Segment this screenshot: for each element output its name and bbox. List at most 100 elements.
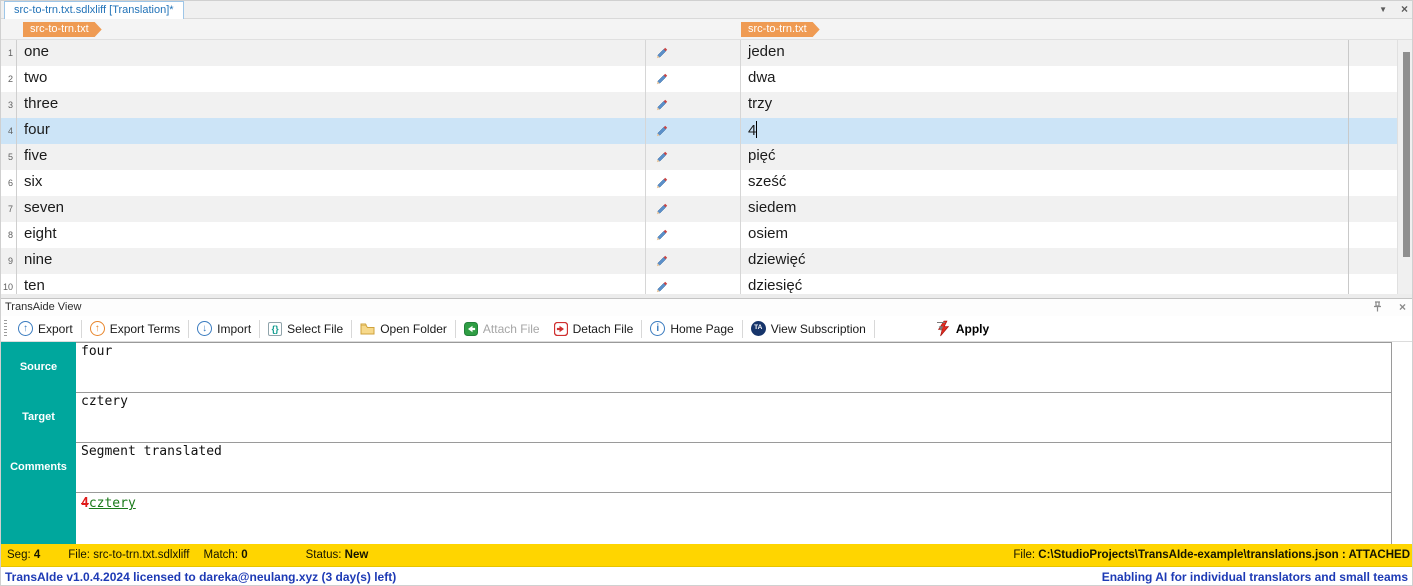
segment-number: 2	[1, 66, 17, 92]
editor-header: src-to-trn.txt src-to-trn.txt	[1, 19, 1412, 40]
folder-icon	[360, 323, 375, 335]
table-row[interactable]: 6 six sześć	[1, 170, 1397, 196]
status-cell	[646, 66, 741, 92]
target-cell[interactable]: siedem	[741, 196, 1349, 222]
match-status: Match: 0	[203, 549, 248, 561]
pencil-draft-icon	[656, 177, 668, 189]
pencil-draft-icon	[656, 151, 668, 163]
export-up-arrow-icon: ↑	[18, 321, 33, 336]
source-field[interactable]: four	[76, 343, 1391, 393]
target-cell[interactable]: dwa	[741, 66, 1349, 92]
target-cell[interactable]: dziewięć	[741, 248, 1349, 274]
target-text: dziewięć	[748, 251, 806, 268]
pin-icon[interactable]	[1372, 301, 1383, 313]
target-text: dziesięć	[748, 277, 803, 294]
pencil-draft-icon	[656, 99, 668, 111]
table-row-selected[interactable]: 4 four 4	[1, 118, 1397, 144]
target-text: pięć	[748, 147, 776, 164]
source-cell[interactable]: eight	[17, 222, 646, 248]
import-down-arrow-icon: ↓	[197, 321, 213, 336]
vertical-scrollbar[interactable]	[1397, 40, 1412, 294]
open-folder-button[interactable]: Open Folder	[353, 317, 454, 341]
table-row[interactable]: 9 nine dziewięć	[1, 248, 1397, 274]
target-text: siedem	[748, 199, 797, 216]
detach-file-icon	[553, 321, 568, 336]
target-cell[interactable]: dziesięć	[741, 274, 1349, 294]
select-file-braces-icon: {}	[268, 321, 283, 336]
row-margin-cell	[1349, 274, 1397, 294]
source-cell[interactable]: three	[17, 92, 646, 118]
close-panel-icon[interactable]: ×	[1399, 300, 1406, 314]
source-cell[interactable]: six	[17, 170, 646, 196]
segment-number: 8	[1, 222, 17, 248]
target-cell[interactable]: trzy	[741, 92, 1349, 118]
table-row[interactable]: 5 five pięć	[1, 144, 1397, 170]
document-tab[interactable]: src-to-trn.txt.sdlxliff [Translation]*	[4, 1, 184, 19]
diff-preview-line: 4cztery	[76, 493, 1391, 544]
source-cell[interactable]: nine	[17, 248, 646, 274]
target-cell[interactable]: pięć	[741, 144, 1349, 170]
status-cell	[646, 274, 741, 294]
close-document-icon[interactable]: ×	[1401, 2, 1408, 18]
detach-file-button[interactable]: Detach File	[547, 317, 641, 341]
attach-file-button[interactable]: Attach File	[457, 317, 547, 341]
comments-field[interactable]: Segment translated	[76, 443, 1391, 493]
license-text: TransAIde v1.0.4.2024 licensed to dareka…	[5, 570, 397, 584]
attached-file-status: File: C:\StudioProjects\TransAIde-exampl…	[1013, 549, 1410, 561]
source-cell[interactable]: four	[17, 118, 646, 144]
table-row[interactable]: 2 two dwa	[1, 66, 1397, 92]
home-page-button[interactable]: i Home Page	[643, 317, 740, 341]
toolbar-separator	[351, 319, 353, 338]
target-text: 4	[748, 122, 757, 139]
target-field[interactable]: cztery	[76, 393, 1391, 443]
table-row[interactable]: 7 seven siedem	[1, 196, 1397, 222]
import-button-label: Import	[217, 321, 252, 336]
source-cell[interactable]: five	[17, 144, 646, 170]
table-row[interactable]: 1 one jeden	[1, 40, 1397, 66]
document-tab-title: src-to-trn.txt.sdlxliff [Translation]*	[14, 4, 174, 16]
row-margin-cell	[1349, 222, 1397, 248]
pencil-draft-icon	[656, 281, 668, 293]
row-margin-cell	[1349, 248, 1397, 274]
row-margin-cell	[1349, 66, 1397, 92]
row-margin-cell	[1349, 40, 1397, 66]
segment-number: 6	[1, 170, 17, 196]
target-cell[interactable]: osiem	[741, 222, 1349, 248]
pencil-draft-icon	[656, 229, 668, 241]
source-field-label: Source	[19, 361, 58, 373]
view-subscription-button[interactable]: TA View Subscription	[744, 317, 873, 341]
toolbar-grip[interactable]	[4, 319, 7, 338]
segment-editor: src-to-trn.txt src-to-trn.txt 1 one jede…	[1, 19, 1412, 294]
diff-removed-text: 4	[81, 496, 89, 511]
segment-number: 3	[1, 92, 17, 118]
import-button[interactable]: ↓ Import	[190, 317, 258, 341]
toolbar-overflow-icon[interactable]: ▾	[937, 322, 945, 333]
source-cell[interactable]: seven	[17, 196, 646, 222]
table-row[interactable]: 10 ten dziesięć	[1, 274, 1397, 294]
source-cell[interactable]: one	[17, 40, 646, 66]
status-cell	[646, 170, 741, 196]
export-button[interactable]: ↑ Export	[11, 317, 80, 341]
table-row[interactable]: 8 eight osiem	[1, 222, 1397, 248]
target-cell-editing[interactable]: 4	[741, 118, 1349, 144]
select-file-button[interactable]: {} Select File	[261, 317, 350, 341]
pencil-draft-icon	[656, 47, 668, 59]
pencil-draft-icon	[656, 255, 668, 267]
view-subscription-button-label: View Subscription	[770, 321, 866, 336]
target-cell[interactable]: sześć	[741, 170, 1349, 196]
source-cell[interactable]: two	[17, 66, 646, 92]
source-cell[interactable]: ten	[17, 274, 646, 294]
scrollbar-thumb[interactable]	[1403, 52, 1410, 257]
segment-number: 7	[1, 196, 17, 222]
segment-number: 9	[1, 248, 17, 274]
export-terms-button[interactable]: ↑ Export Terms	[83, 317, 187, 341]
select-file-button-label: Select File	[287, 321, 344, 336]
row-margin-cell	[1349, 144, 1397, 170]
table-row[interactable]: 3 three trzy	[1, 92, 1397, 118]
apply-button-label: Apply	[955, 321, 990, 336]
segment-number: 5	[1, 144, 17, 170]
tab-list-dropdown-icon[interactable]: ▼	[1379, 2, 1387, 18]
target-cell[interactable]: jeden	[741, 40, 1349, 66]
attach-file-icon	[463, 321, 478, 336]
segment-number: 1	[1, 40, 17, 66]
